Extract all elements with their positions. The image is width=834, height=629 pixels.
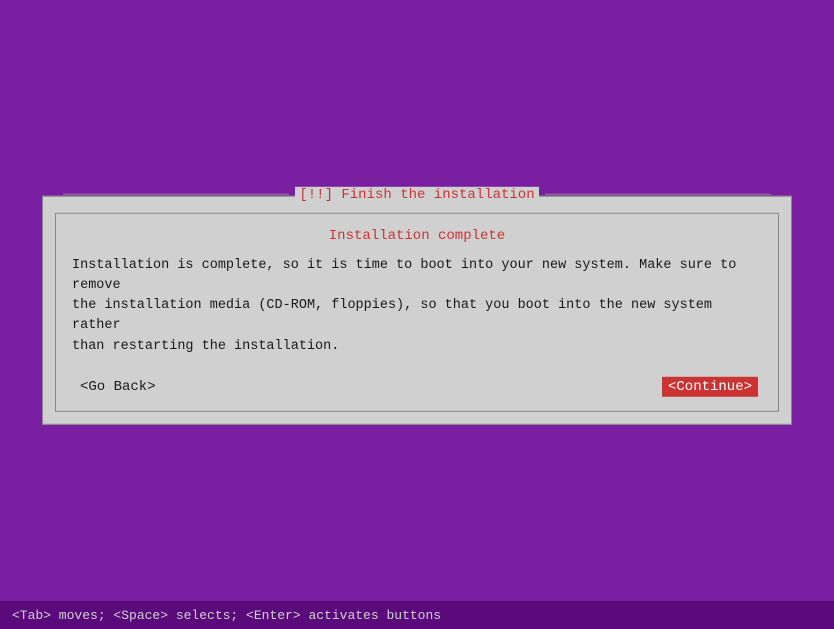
continue-button[interactable]: <Continue> <box>662 377 758 397</box>
dialog-title-bar: [!!] Finish the installation <box>43 186 791 202</box>
body-line-2: the installation media (CD-ROM, floppies… <box>72 298 712 333</box>
terminal-background: [!!] Finish the installation Installatio… <box>0 0 834 629</box>
dialog-outer: [!!] Finish the installation Installatio… <box>42 195 792 424</box>
dialog-body: Installation is complete, so it is time … <box>72 255 762 356</box>
title-line-right <box>545 194 771 195</box>
status-bar-text: <Tab> moves; <Space> selects; <Enter> ac… <box>12 608 441 623</box>
title-line-left <box>63 194 289 195</box>
dialog-title: [!!] Finish the installation <box>295 186 538 202</box>
status-bar: <Tab> moves; <Space> selects; <Enter> ac… <box>0 601 834 629</box>
body-line-1: Installation is complete, so it is time … <box>72 257 736 292</box>
dialog-inner: Installation complete Installation is co… <box>55 212 779 411</box>
body-line-3: than restarting the installation. <box>72 338 339 353</box>
dialog-subtitle: Installation complete <box>72 227 762 243</box>
go-back-button[interactable]: <Go Back> <box>76 377 160 397</box>
dialog-buttons: <Go Back> <Continue> <box>72 377 762 397</box>
dialog-wrapper: [!!] Finish the installation Installatio… <box>42 195 792 424</box>
